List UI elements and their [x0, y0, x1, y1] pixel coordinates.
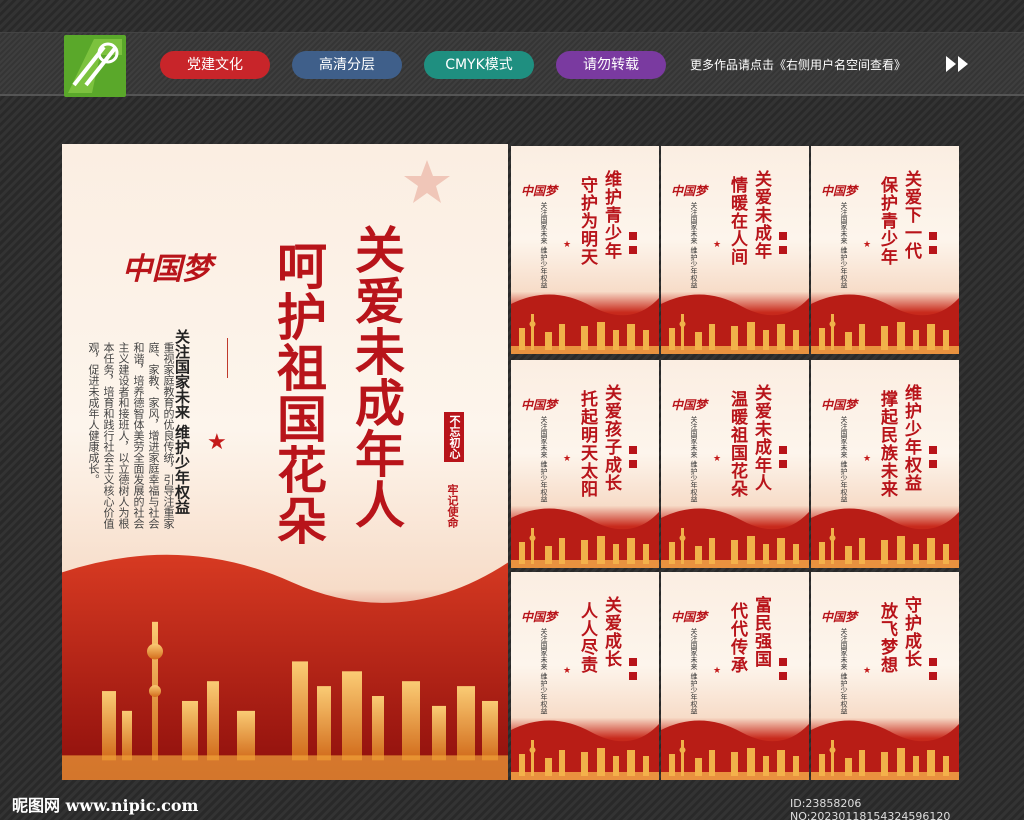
badge-mark — [929, 658, 937, 666]
image-id: ID:23858206 NO:20230118154324596120 — [790, 797, 951, 820]
badge-mark — [779, 246, 787, 254]
badge-mark — [779, 232, 787, 240]
badge-mark — [629, 446, 637, 454]
small-poster-line1: 富民强国 — [751, 596, 771, 668]
badge-mark — [779, 446, 787, 454]
star-icon: ★ — [863, 240, 872, 250]
badge-mark — [629, 672, 637, 680]
skyline-illustration — [661, 508, 809, 568]
badge-mark — [779, 672, 787, 680]
badge-mark — [929, 460, 937, 468]
tag-cmyk[interactable]: CMYK模式 — [424, 51, 534, 79]
china-dream-seal: 中国梦 — [821, 184, 858, 198]
star-icon: ★ — [563, 240, 572, 250]
skyline-illustration — [62, 513, 508, 780]
china-dream-seal: 中国梦 — [671, 398, 708, 412]
small-poster: 中国梦 关注国家未来 维护少年权益 ★ 温暖祖国花朵 关爱未成年人 — [661, 360, 809, 568]
small-poster-line1: 维护青少年 — [601, 170, 621, 260]
tag-party-culture[interactable]: 党建文化 — [160, 51, 270, 79]
star-icon: ★ — [863, 454, 872, 464]
badge-mark — [629, 658, 637, 666]
star-icon: ★ — [563, 454, 572, 464]
star-watermark-icon — [404, 160, 450, 203]
small-poster: 中国梦 关注国家未来 维护少年权益 ★ 人人尽责 关爱成长 — [511, 572, 659, 780]
china-dream-seal: 中国梦 — [821, 398, 858, 412]
china-dream-seal: 中国梦 — [521, 184, 558, 198]
skyline-illustration — [811, 508, 959, 568]
small-slogan: 关注国家未来 维护少年权益 — [840, 202, 848, 289]
small-poster: 中国梦 关注国家未来 维护少年权益 ★ 情暖在人间 关爱未成年 — [661, 146, 809, 354]
more-works-link[interactable]: 更多作品请点击《右侧用户名空间查看》 — [690, 56, 906, 73]
star-icon: ★ — [713, 666, 722, 676]
badge-mark — [779, 460, 787, 468]
small-slogan: 关注国家未来 维护少年权益 — [690, 416, 698, 503]
star-icon: ★ — [563, 666, 572, 676]
china-dream-seal: 中国梦 — [521, 610, 558, 624]
china-dream-seal: 中国梦 — [671, 610, 708, 624]
badge-mark — [629, 232, 637, 240]
star-icon: ★ — [863, 666, 872, 676]
china-dream-seal: 中国梦 — [671, 184, 708, 198]
skyline-illustration — [811, 720, 959, 780]
double-chevron-right-icon[interactable] — [944, 54, 974, 74]
small-poster-line1: 关爱孩子成长 — [601, 384, 621, 492]
small-poster: 中国梦 关注国家未来 维护少年权益 ★ 代代传承 富民强国 — [661, 572, 809, 780]
skyline-illustration — [811, 294, 959, 354]
brand-logo[interactable] — [64, 35, 126, 97]
small-slogan: 关注国家未来 维护少年权益 — [540, 628, 548, 715]
star-icon: ★ — [713, 240, 722, 250]
badge-mark — [929, 232, 937, 240]
skyline-illustration — [511, 294, 659, 354]
skyline-illustration — [511, 508, 659, 568]
small-slogan: 关注国家未来 维护少年权益 — [540, 416, 548, 503]
small-poster: 中国梦 关注国家未来 维护少年权益 ★ 撑起民族未来 维护少年权益 — [811, 360, 959, 568]
skyline-illustration — [511, 720, 659, 780]
small-slogan: 关注国家未来 维护少年权益 — [540, 202, 548, 289]
small-slogan: 关注国家未来 维护少年权益 — [690, 628, 698, 715]
small-slogan: 关注国家未来 维护少年权益 — [840, 416, 848, 503]
badge-mark — [629, 460, 637, 468]
badge-remember-heart: 不忘初心 — [444, 412, 464, 462]
badge-mark — [929, 672, 937, 680]
main-body-text: 重视家庭教育的优良传统，引导注重家庭、家教、家风，增进家庭幸福与社会和谐，培养德… — [87, 342, 175, 529]
badge-mark — [629, 246, 637, 254]
site-watermark: 昵图网 www.nipic.com — [12, 796, 199, 815]
china-dream-seal: 中国梦 — [122, 252, 212, 287]
small-poster-line1: 维护少年权益 — [901, 384, 921, 492]
small-slogan: 关注国家未来 维护少年权益 — [840, 628, 848, 715]
small-poster-line1: 关爱成长 — [601, 596, 621, 668]
badge-mark — [779, 658, 787, 666]
small-poster: 中国梦 关注国家未来 维护少年权益 ★ 保护青少年 关爱下一代 — [811, 146, 959, 354]
skyline-illustration — [661, 294, 809, 354]
badge-mark — [929, 246, 937, 254]
small-poster: 中国梦 关注国家未来 维护少年权益 ★ 守护为明天 维护青少年 — [511, 146, 659, 354]
divider — [227, 338, 228, 378]
small-poster-line1: 守护成长 — [901, 596, 921, 668]
china-dream-seal: 中国梦 — [821, 610, 858, 624]
china-dream-seal: 中国梦 — [521, 398, 558, 412]
badge-mark — [929, 446, 937, 454]
tag-no-repost[interactable]: 请勿转载 — [556, 51, 666, 79]
small-poster: 中国梦 关注国家未来 维护少年权益 ★ 托起明天太阳 关爱孩子成长 — [511, 360, 659, 568]
star-icon: ★ — [207, 430, 227, 455]
main-poster: 中国梦 关注国家未来 维护少年权益 ★ 重视家庭教育的优良传统，引导注重家庭、家… — [62, 144, 508, 780]
tag-hd-layers[interactable]: 高清分层 — [292, 51, 402, 79]
star-icon: ★ — [713, 454, 722, 464]
small-poster-line1: 关爱未成年 — [751, 170, 771, 260]
skyline-illustration — [661, 720, 809, 780]
small-poster-line1: 关爱下一代 — [901, 170, 921, 260]
small-poster-line1: 关爱未成年人 — [751, 384, 771, 492]
small-slogan: 关注国家未来 维护少年权益 — [690, 202, 698, 289]
small-poster: 中国梦 关注国家未来 维护少年权益 ★ 放飞梦想 守护成长 — [811, 572, 959, 780]
